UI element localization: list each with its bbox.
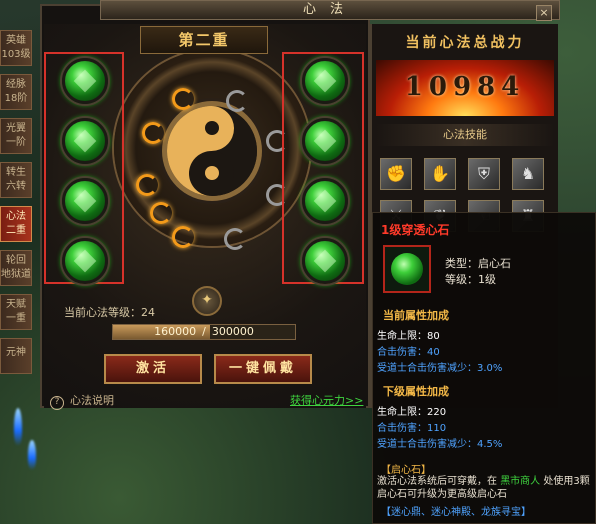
next-bonus-title: 下级属性加成 [383,385,449,398]
skills-title: 心法技能 [376,124,554,146]
black-market-link[interactable]: 黑市商人 [500,476,540,487]
window-titlebar[interactable]: 心法 [100,0,560,20]
tab-xinfa[interactable]: 心法 二重 [0,206,32,242]
tab-reincarnation[interactable]: 轮回 地狱道 [0,250,32,286]
gem-tooltip: 1级穿透心石 类型：启心石 等级：1级 当前属性加成 生命上限：80 合击伤害：… [372,212,596,524]
blue-flame-effect [14,408,22,446]
activate-button[interactable]: 激活 [104,354,202,384]
window-title: 心法 [302,2,357,17]
stage-banner: 第二重 [140,26,268,54]
close-button[interactable]: × [536,5,552,21]
tab-wings[interactable]: 光翼 一阶 [0,118,32,154]
tab-spirit[interactable]: 元神 [0,338,32,374]
tab-hero[interactable]: 英雄 103级 [0,30,32,66]
blue-flame-effect [28,440,36,470]
next-reduce: 受道士合击伤害减少：4.5% [377,439,503,450]
gem-slot-2[interactable] [62,118,108,164]
xp-text: 160000 / 300000 [113,325,295,339]
current-attack: 合击伤害：40 [377,347,440,358]
yin-yang-emblem [167,106,257,196]
gem-slot-1[interactable] [62,58,108,104]
xp-separator: / [202,325,206,338]
tooltip-item-name: 1级穿透心石 [381,223,450,237]
gem-icon [391,253,423,285]
fire-rune-icon [136,174,158,196]
xp-current: 160000 [154,325,197,338]
fire-rune-icon [142,122,164,144]
gem-slot-4[interactable] [62,238,108,284]
tooltip-description: 激活心法系统后可穿戴，在 黑市商人 处使用3颗启心石可升级为更高级启心石 [377,475,591,501]
gem-slot-8[interactable] [302,238,348,284]
next-hp: 生命上限：220 [377,407,447,418]
equip-all-button[interactable]: 一键佩戴 [214,354,312,384]
tooltip-item-slot [383,245,431,293]
tooltip-item-level: 等级：1级 [445,273,496,286]
next-attack: 合击伤害：110 [377,423,447,434]
xp-total: 300000 [211,325,254,338]
fire-rune-icon [150,202,172,224]
tab-rebirth[interactable]: 转生 六转 [0,162,32,198]
gem-slot-5[interactable] [302,58,348,104]
help-text: 心法说明 [70,394,114,407]
help-link[interactable]: ? 心法说明 [50,392,114,410]
fire-rune-icon [172,88,194,110]
current-reduce: 受道士合击伤害减少：3.0% [377,363,503,374]
current-bonus-title: 当前属性加成 [383,309,449,322]
get-power-link[interactable]: 获得心元力>> [290,392,363,408]
xinfa-center-panel: 第二重 ✦ 当前心法等级：24 160000 / 300000 激活 一键佩戴 ? 心… [44,24,366,410]
gem-slot-6[interactable] [302,118,348,164]
claw-icon[interactable]: ✋ [424,158,456,190]
tooltip-footer: 【迷心鼎、迷心神殿、龙族寻宝】 [381,507,531,518]
tab-meridian[interactable]: 经脉 18阶 [0,74,32,110]
xp-bar: 160000 / 300000 [112,324,296,340]
tooltip-item-type: 类型：启心石 [445,257,511,270]
medal-icon[interactable]: ✦ [192,286,222,316]
xinfa-level-label: 当前心法等级：24 [64,306,155,319]
help-icon: ? [50,396,64,410]
locked-rune-icon [226,90,248,112]
gem-slot-3[interactable] [62,178,108,224]
gem-slot-7[interactable] [302,178,348,224]
side-tabs: 英雄 103级 经脉 18阶 光翼 一阶 转生 六转 心法 二重 轮回 地狱道 … [0,30,36,382]
locked-rune-icon [224,228,246,250]
tooltip-subtitle: 【启心石】 [381,465,431,476]
tab-talent[interactable]: 天赋 一重 [0,294,32,330]
power-title: 当前心法总战力 [405,35,525,51]
current-hp: 生命上限：80 [377,331,440,342]
fire-rune-icon [172,226,194,248]
dragon-icon[interactable]: ♞ [512,158,544,190]
desc-text: 激活心法系统后可穿戴，在 [377,476,497,487]
power-value: 10984 [404,72,526,102]
shield-icon[interactable]: ⛨ [468,158,500,190]
fist-icon[interactable]: ✊ [380,158,412,190]
